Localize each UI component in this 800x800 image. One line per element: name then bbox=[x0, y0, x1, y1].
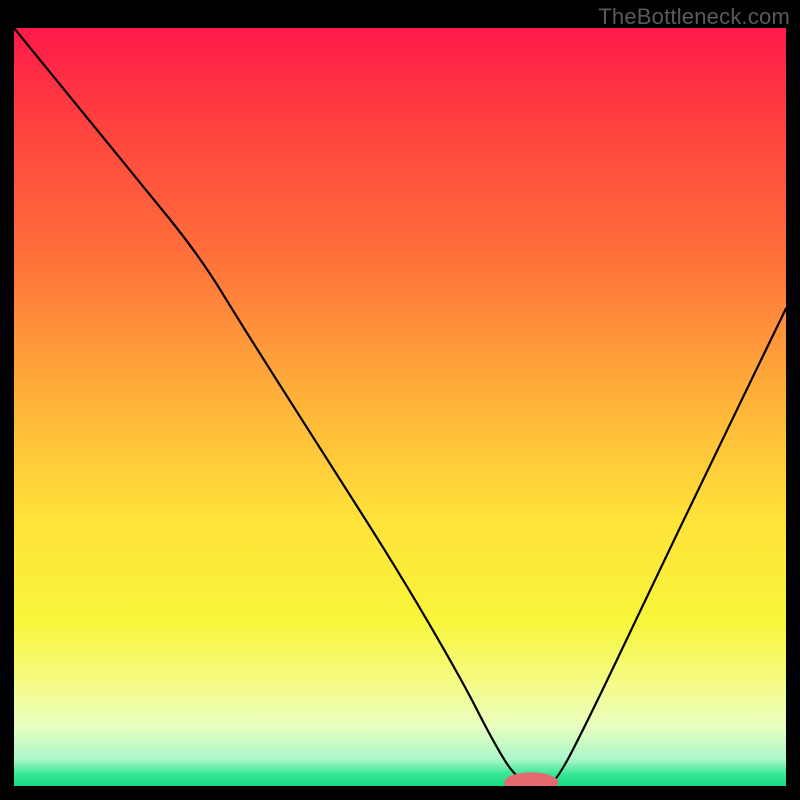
watermark-text: TheBottleneck.com bbox=[598, 4, 790, 30]
chart-container: TheBottleneck.com bbox=[0, 0, 800, 800]
chart-svg bbox=[14, 28, 786, 786]
plot-area bbox=[14, 28, 786, 786]
background-rect bbox=[14, 28, 786, 786]
